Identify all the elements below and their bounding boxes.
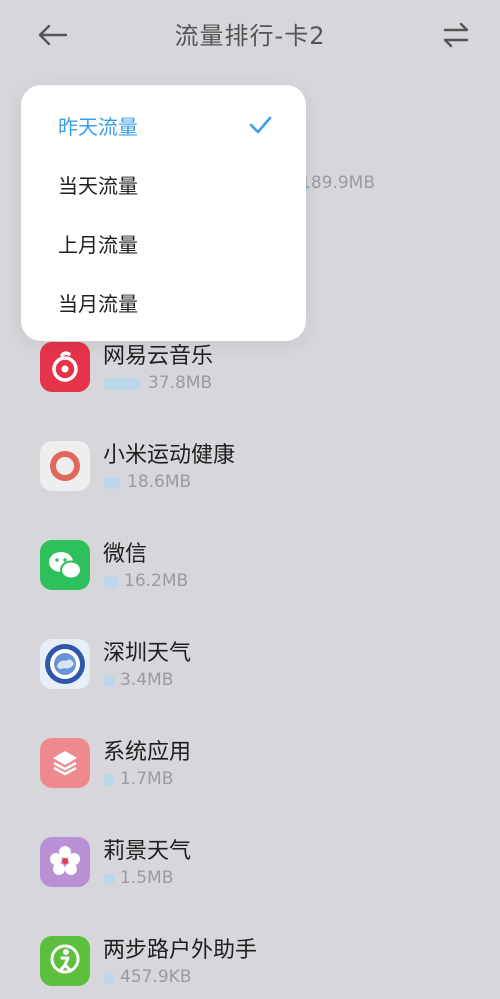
period-dropdown-menu: 昨天流量 当天流量 上月流量 当月流量 (21, 85, 306, 341)
wechat-icon (40, 540, 90, 590)
usage-bar (103, 675, 115, 687)
app-name: 两步路户外助手 (103, 938, 258, 963)
list-item[interactable]: 小米运动健康 18.6MB (0, 441, 500, 521)
menu-item-label: 昨天流量 (58, 115, 138, 139)
liangbulu-outdoor-icon (40, 936, 90, 986)
list-item[interactable]: 深圳天气 3.4MB (0, 639, 500, 719)
usage-bar (103, 972, 115, 984)
app-name: 微信 (103, 542, 148, 567)
usage-text: 37.8MB (148, 373, 213, 393)
app-name: 莉景天气 (103, 839, 192, 864)
menu-item-label: 当天流量 (58, 174, 138, 198)
list-item[interactable]: 系统应用 1.7MB (0, 738, 500, 818)
usage-bar (103, 477, 121, 489)
menu-item-label: 当月流量 (58, 292, 138, 316)
menu-item-today[interactable]: 当天流量 (21, 154, 306, 213)
menu-item-this-month[interactable]: 当月流量 (21, 272, 306, 331)
header: 流量排行-卡2 (0, 0, 500, 70)
netease-music-icon (40, 342, 90, 392)
list-item[interactable]: 微信 16.2MB (0, 540, 500, 620)
menu-item-label: 上月流量 (58, 233, 138, 257)
usage-text: 457.9KB (120, 967, 192, 987)
usage-text: 3.4MB (120, 670, 174, 690)
app-name: 系统应用 (103, 740, 192, 765)
usage-text: 1.5MB (120, 868, 174, 888)
usage-bar (103, 774, 115, 786)
lijing-weather-icon (40, 837, 90, 887)
list-item[interactable]: 莉景天气 1.5MB (0, 837, 500, 917)
mi-fitness-icon (40, 441, 90, 491)
usage-text: 1.7MB (120, 769, 174, 789)
usage-text: 189.9MB (300, 173, 375, 193)
list-item[interactable]: 网易云音乐 37.8MB (0, 342, 500, 422)
system-apps-icon (40, 738, 90, 788)
app-name: 网易云音乐 (103, 344, 214, 369)
usage-bar (103, 576, 119, 588)
checkmark-icon (249, 116, 272, 134)
usage-bar (103, 873, 115, 885)
shenzhen-weather-icon (40, 639, 90, 689)
list-item[interactable]: 两步路户外助手 457.9KB (0, 936, 500, 999)
menu-item-last-month[interactable]: 上月流量 (21, 213, 306, 272)
usage-text: 16.2MB (124, 571, 189, 591)
switch-sim-button[interactable] (438, 18, 474, 52)
menu-item-yesterday[interactable]: 昨天流量 (21, 95, 306, 154)
app-name: 深圳天气 (103, 641, 192, 666)
swap-arrows-icon (443, 22, 469, 48)
page-title: 流量排行-卡2 (174, 22, 326, 50)
usage-text: 18.6MB (127, 472, 192, 492)
app-name: 小米运动健康 (103, 443, 236, 468)
usage-bar (103, 378, 141, 390)
